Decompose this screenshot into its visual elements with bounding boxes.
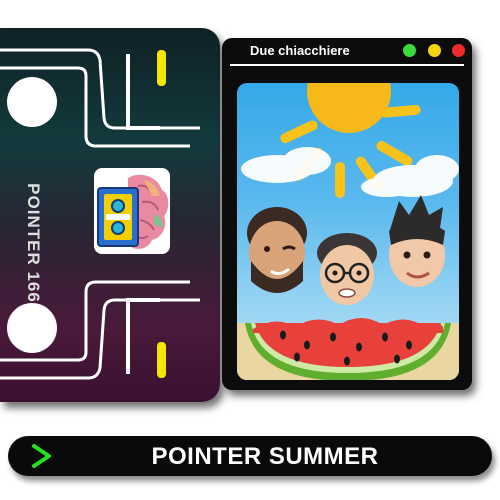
indicator-bottom — [157, 342, 166, 378]
close-button[interactable] — [452, 44, 465, 57]
minimize-button[interactable] — [428, 44, 441, 57]
brain-cassette-icon — [92, 166, 172, 266]
banner-title: POINTER SUMMER — [151, 443, 379, 470]
cloud-icon — [241, 147, 459, 197]
title-banner: POINTER SUMMER — [8, 436, 492, 476]
cassette-label: POINTER 166 — [24, 183, 43, 303]
memoji-right-icon — [389, 195, 445, 287]
reel-hole-top — [7, 77, 57, 127]
summer-illustration — [237, 83, 459, 380]
title-divider — [230, 64, 464, 66]
chat-window: Due chiacchiere — [222, 38, 472, 390]
memoji-middle-icon — [317, 233, 377, 305]
maximize-button[interactable] — [403, 44, 416, 57]
indicator-top — [157, 50, 166, 86]
cassette-card: POINTER 166 — [0, 28, 220, 402]
memoji-left-icon — [247, 207, 307, 293]
window-title: Due chiacchiere — [250, 43, 350, 58]
